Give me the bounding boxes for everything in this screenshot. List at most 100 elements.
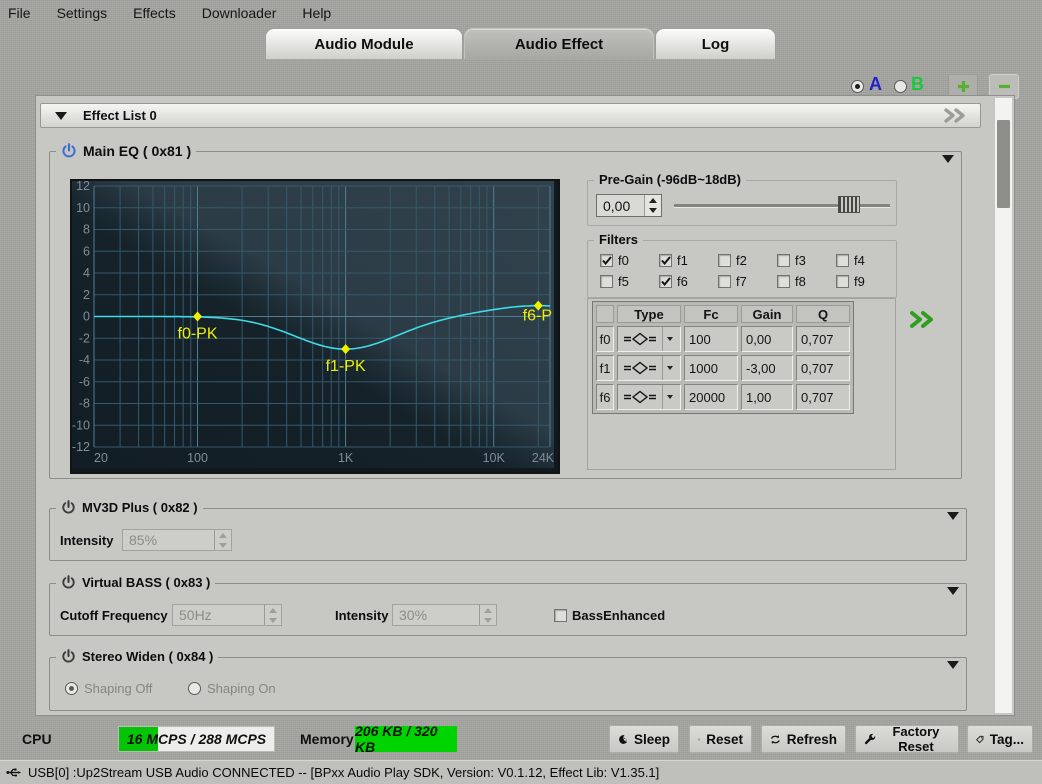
svg-text:12: 12 bbox=[76, 181, 90, 193]
svg-text:1K: 1K bbox=[338, 451, 354, 465]
vertical-scrollbar[interactable] bbox=[994, 98, 1012, 713]
fc-cell[interactable]: 1000 bbox=[684, 355, 738, 381]
mv3d-collapse-icon[interactable] bbox=[947, 512, 959, 520]
spin-up-button[interactable] bbox=[645, 195, 661, 206]
gain-cell[interactable]: -3,00 bbox=[741, 355, 793, 381]
minus-icon bbox=[997, 79, 1012, 94]
svg-text:-12: -12 bbox=[72, 440, 90, 454]
effect-list-header[interactable]: Effect List 0 bbox=[40, 103, 981, 128]
cutoff-frequency-value: 50Hz bbox=[173, 605, 264, 625]
tab-log[interactable]: Log bbox=[655, 28, 776, 59]
filter-checkbox-f3[interactable]: f3 bbox=[777, 253, 806, 268]
q-cell[interactable]: 0,707 bbox=[796, 355, 850, 381]
filter-checkbox-f8[interactable]: f8 bbox=[777, 274, 806, 289]
menu-help[interactable]: Help bbox=[302, 5, 331, 21]
col-q: Q bbox=[796, 305, 850, 323]
pre-gain-slider-thumb[interactable] bbox=[838, 196, 860, 213]
status-bar: USB[0] :Up2Stream USB Audio CONNECTED --… bbox=[0, 760, 1042, 784]
double-chevron-icon[interactable] bbox=[942, 108, 970, 123]
power-icon[interactable] bbox=[61, 575, 76, 590]
cpu-usage-text: 16 MCPS / 288 MCPS bbox=[119, 727, 274, 751]
svg-text:f0-PK: f0-PK bbox=[178, 326, 218, 343]
pre-gain-value[interactable]: 0,00 bbox=[597, 195, 644, 216]
q-cell[interactable]: 0,707 bbox=[796, 384, 850, 410]
bass-enhanced-checkbox[interactable]: BassEnhanced bbox=[554, 608, 665, 623]
col-gain: Gain bbox=[741, 305, 793, 323]
refresh-icon bbox=[770, 732, 781, 747]
menu-effects[interactable]: Effects bbox=[133, 5, 176, 21]
filter-checkbox-f9[interactable]: f9 bbox=[836, 274, 865, 289]
stereo-widen-collapse-icon[interactable] bbox=[947, 661, 959, 669]
filter-type-dropdown[interactable] bbox=[617, 384, 681, 410]
factory-reset-button[interactable]: Factory Reset bbox=[855, 725, 959, 753]
fc-cell[interactable]: 100 bbox=[684, 326, 738, 352]
power-icon[interactable] bbox=[61, 143, 77, 159]
wrench-icon bbox=[864, 732, 876, 747]
col-type: Type bbox=[617, 305, 681, 323]
virtual-bass-collapse-icon[interactable] bbox=[947, 587, 959, 595]
svg-text:10: 10 bbox=[76, 201, 90, 215]
q-cell[interactable]: 0,707 bbox=[796, 326, 850, 352]
svg-text:-4: -4 bbox=[79, 353, 90, 367]
tag-button[interactable]: Tag... bbox=[967, 725, 1033, 753]
eq-graph[interactable]: 121086420-2-4-6-8-10-12201001K10K24Kf0-P… bbox=[70, 179, 560, 474]
shaping-on-radio[interactable]: Shaping On bbox=[188, 681, 276, 696]
table-header-row: Type Fc Gain Q bbox=[596, 305, 850, 323]
tab-audio-effect[interactable]: Audio Effect bbox=[464, 28, 654, 59]
filter-checkbox-f7[interactable]: f7 bbox=[718, 274, 747, 289]
stereo-widen-group: Stereo Widen ( 0x84 ) Shaping Off Shapin… bbox=[49, 657, 967, 711]
svg-text:20: 20 bbox=[94, 451, 108, 465]
collapse-icon[interactable] bbox=[55, 112, 67, 120]
pre-gain-spinner[interactable]: 0,00 bbox=[596, 194, 662, 217]
filter-type-dropdown[interactable] bbox=[617, 355, 681, 381]
fc-cell[interactable]: 20000 bbox=[684, 384, 738, 410]
filter-checkbox-f1[interactable]: f1 bbox=[659, 253, 688, 268]
stereo-widen-title: Stereo Widen ( 0x84 ) bbox=[82, 649, 213, 664]
filter-table-zone: Type Fc Gain Q f0 100 0,00 0,707 f1 bbox=[587, 298, 896, 470]
expand-filters-button[interactable] bbox=[908, 310, 938, 332]
main-eq-collapse-icon[interactable] bbox=[942, 155, 954, 163]
menu-settings[interactable]: Settings bbox=[57, 5, 108, 21]
filters-label: Filters bbox=[594, 232, 643, 247]
config-b-radio[interactable] bbox=[894, 80, 907, 93]
memory-usage-bar: 206 KB / 320 KB bbox=[355, 726, 457, 752]
mv3d-group: MV3D Plus ( 0x82 ) Intensity 85% bbox=[49, 508, 967, 561]
filter-checkbox-f6[interactable]: f6 bbox=[659, 274, 688, 289]
power-icon[interactable] bbox=[61, 649, 76, 664]
main-eq-group: Main EQ ( 0x81 ) 121086420-2-4-6-8-10-12… bbox=[49, 151, 962, 479]
menu-file[interactable]: File bbox=[8, 5, 31, 21]
gain-cell[interactable]: 1,00 bbox=[741, 384, 793, 410]
shaping-off-radio[interactable]: Shaping Off bbox=[65, 681, 152, 696]
svg-text:f1-PK: f1-PK bbox=[326, 358, 366, 375]
reset-icon bbox=[698, 732, 700, 747]
config-a-radio[interactable] bbox=[851, 80, 864, 93]
config-a-label: A bbox=[869, 74, 882, 95]
filter-checkbox-f2[interactable]: f2 bbox=[718, 253, 747, 268]
dropdown-arrow-icon bbox=[667, 395, 673, 399]
filter-checkbox-f4[interactable]: f4 bbox=[836, 253, 865, 268]
filter-checkbox-f0[interactable]: f0 bbox=[600, 253, 629, 268]
status-text: USB[0] :Up2Stream USB Audio CONNECTED --… bbox=[28, 765, 659, 780]
gain-cell[interactable]: 0,00 bbox=[741, 326, 793, 352]
power-icon[interactable] bbox=[61, 500, 76, 515]
virtual-bass-group: Virtual BASS ( 0x83 ) Cutoff Frequency 5… bbox=[49, 583, 967, 636]
check-icon bbox=[661, 277, 671, 286]
reset-button[interactable]: Reset bbox=[689, 725, 752, 753]
filter-type-dropdown[interactable] bbox=[617, 326, 681, 352]
spin-down-button[interactable] bbox=[645, 206, 661, 217]
filter-table: Type Fc Gain Q f0 100 0,00 0,707 f1 bbox=[592, 301, 854, 414]
effect-list-title: Effect List 0 bbox=[83, 108, 157, 123]
tab-audio-module[interactable]: Audio Module bbox=[265, 28, 463, 59]
sleep-button[interactable]: Sleep bbox=[609, 725, 679, 753]
mv3d-intensity-spinner: 85% bbox=[122, 529, 232, 551]
plus-icon bbox=[956, 79, 971, 94]
svg-text:24K: 24K bbox=[532, 451, 554, 465]
peaking-filter-icon bbox=[622, 360, 658, 376]
scrollbar-thumb[interactable] bbox=[997, 120, 1010, 208]
refresh-button[interactable]: Refresh bbox=[761, 725, 846, 753]
pre-gain-label: Pre-Gain (-96dB~18dB) bbox=[594, 172, 746, 187]
row-id: f1 bbox=[596, 355, 614, 381]
peaking-filter-icon bbox=[622, 331, 658, 347]
filter-checkbox-f5[interactable]: f5 bbox=[600, 274, 629, 289]
menu-downloader[interactable]: Downloader bbox=[202, 5, 277, 21]
